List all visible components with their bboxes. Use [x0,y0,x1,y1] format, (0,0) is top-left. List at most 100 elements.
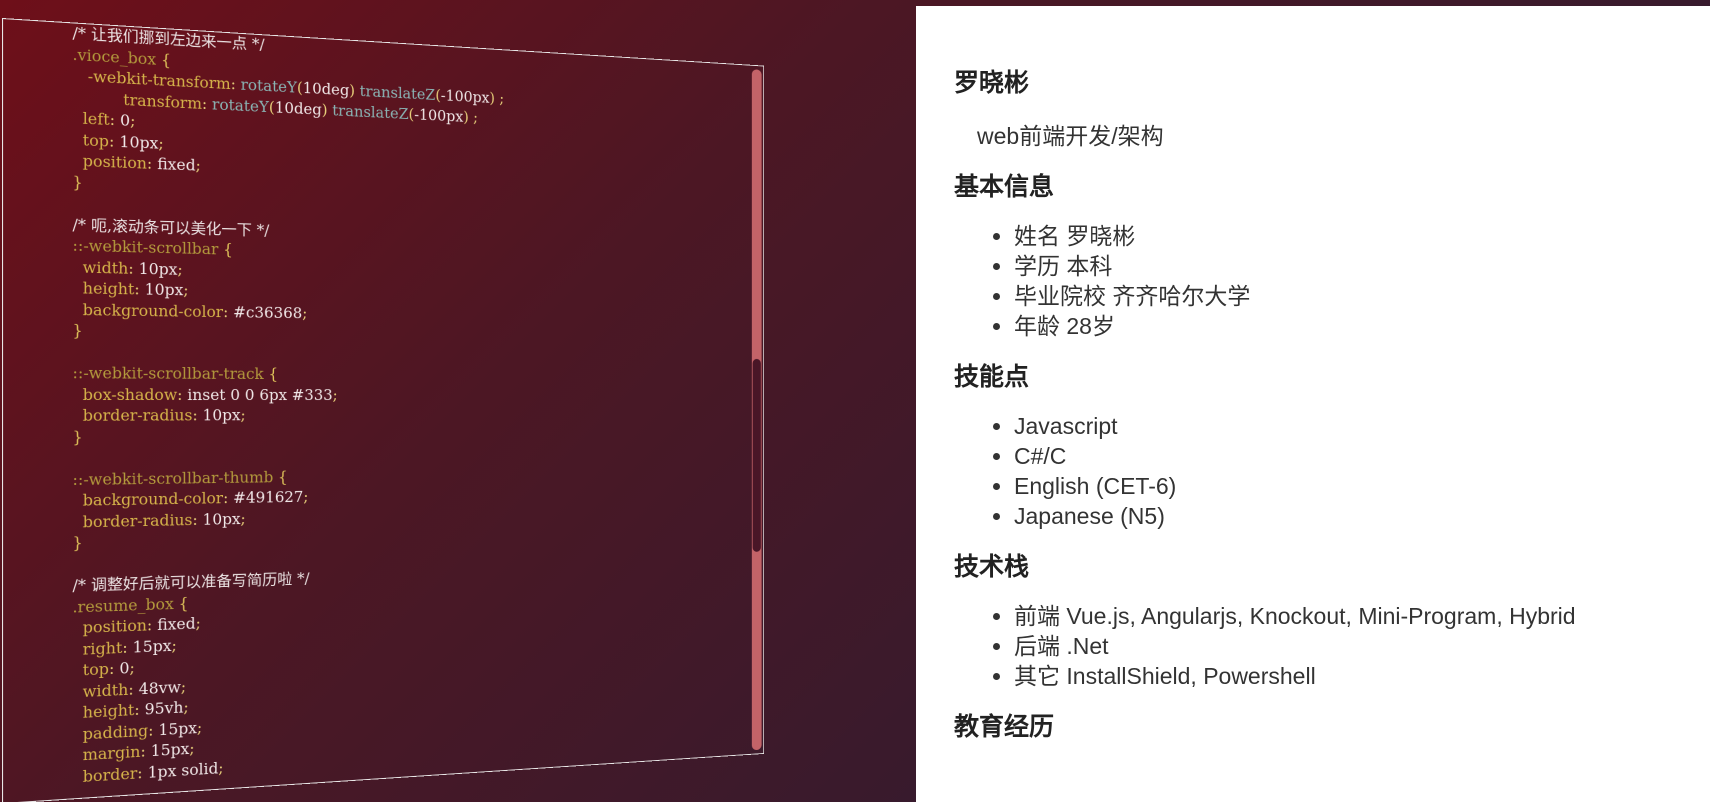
code-token: : [108,659,120,679]
code-token: : [223,489,234,508]
code-token: rotateY [240,76,297,97]
section-heading-education: 教育经历 [954,712,1055,741]
code-token: ::-webkit-scrollbar-track [72,364,269,383]
code-token: 10px [119,132,159,153]
section-heading-basic-info: 基本信息 [954,172,1055,201]
code-token: background-color [72,489,224,510]
code-token: 10px [138,259,178,279]
code-token: width [72,258,129,278]
code-token: .vioce_box [72,45,162,69]
code-token: : [134,700,145,719]
code-token: 0 [119,659,130,678]
code-editor-box[interactable]: /* 让我们挪到左边来一点 */.vioce_box { -webkit-tra… [2,18,765,802]
code-token: ; [189,740,195,758]
code-token: 48vw [138,678,181,698]
code-token: ; [303,488,309,506]
code-token: 10px [144,280,184,300]
code-token: border-radius [72,406,193,425]
code-token: fixed [157,615,196,634]
code-token: 1px solid [147,759,219,782]
code-token: ; [240,406,246,425]
code-token: : [109,111,121,130]
code-token: : [146,154,158,173]
list-item: 前端 Vue.js, Angularjs, Knockout, Mini-Pro… [1014,601,1710,631]
code-token: { [268,365,279,383]
code-token: : [108,132,120,151]
code-token: : [223,303,234,321]
code-token: ; [240,509,246,528]
code-token: box-shadow [72,385,178,404]
resume-job-title: web前端开发/架构 [977,123,1164,149]
code-token: ; [171,636,177,655]
list-item: 其它 InstallShield, Powershell [1014,661,1710,691]
code-token: ; [183,698,189,717]
code-token: ; [302,304,308,322]
code-token: } [72,173,83,192]
code-token: 10px [202,510,241,529]
list-item: English (CET-6) [1014,471,1710,501]
code-token: translateZ [332,101,409,123]
skills-list: Javascript C#/C English (CET-6) Japanese… [954,411,1710,531]
code-token: height [72,279,135,299]
code-token: position [72,151,147,173]
code-token: : [128,680,139,699]
list-item: C#/C [1014,441,1710,471]
scrollbar-thumb[interactable] [752,358,761,552]
code-token: ; [218,759,224,777]
code-token: 10deg [302,79,350,100]
code-token: ; [180,677,187,696]
code-token: : [201,94,213,113]
code-line: ::-webkit-scrollbar-track { [72,363,504,385]
code-token: 15px [132,636,172,656]
code-token: : [230,75,241,94]
code-line: border-radius: 10px; [72,406,504,428]
code-token: left [72,109,110,129]
list-item: 毕业院校 齐齐哈尔大学 [1014,281,1710,311]
list-item: Javascript [1014,411,1710,441]
code-token: fixed [157,155,196,175]
code-token: } [72,428,83,446]
code-token: ; [195,156,201,175]
code-line: box-shadow: inset 0 0 6px #333; [72,385,504,406]
code-token: : [177,385,188,404]
code-token: 15px [150,740,190,761]
code-token: border-radius [72,510,193,531]
code-token: 95vh [144,698,184,719]
code-token: } [72,321,83,340]
code-token: : [146,616,158,635]
code-token: ::-webkit-scrollbar [72,236,224,259]
section-heading-skills: 技能点 [954,362,1030,391]
code-token: top [72,660,109,680]
code-token: ; [196,718,203,737]
code-token: rotateY [212,95,269,116]
code-token: ; [129,659,135,678]
code-token: } [72,534,83,553]
code-token: : [122,638,133,657]
code-token: translateZ [359,82,436,104]
basic-info-list: 姓名 罗晓彬 学历 本科 毕业院校 齐齐哈尔大学 年龄 28岁 [954,221,1710,341]
code-token: -100px [414,105,464,125]
code-token: ; [195,614,201,633]
code-token: { [278,468,288,486]
list-item: 学历 本科 [1014,251,1710,281]
code-token: inset 0 0 6px #333 [187,385,333,404]
code-token: 15px [158,719,197,739]
code-token: /* 呃,滚动条可以美化一下 */ [72,215,270,239]
code-token: position [72,616,147,638]
code-token: : [128,259,139,278]
code-panel-stage: /* 让我们挪到左边来一点 */.vioce_box { -webkit-tra… [0,0,916,802]
code-token: { [178,594,189,613]
code-token: 0 [120,111,131,130]
code-token: ) ; [489,89,505,108]
code-token: : [134,280,145,299]
code-token: .resume_box [72,594,179,616]
code-token: #491627 [233,488,304,507]
code-token: : [148,721,159,740]
code-token: { [223,240,233,259]
scrollbar-track[interactable] [751,69,762,751]
code-token: ) [349,82,360,100]
code-token: : [192,510,203,529]
code-token: 10deg [274,98,322,119]
code-token: { [161,50,172,69]
tech-stack-list: 前端 Vue.js, Angularjs, Knockout, Mini-Pro… [954,601,1710,691]
